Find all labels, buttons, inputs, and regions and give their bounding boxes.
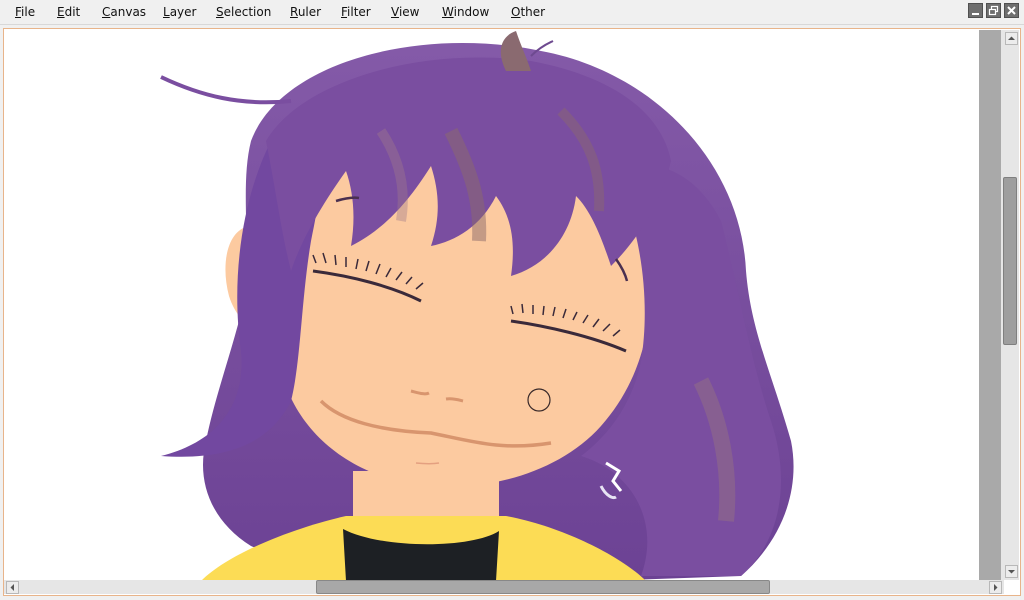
scroll-right-button[interactable] [989, 581, 1002, 594]
close-button[interactable] [1004, 3, 1019, 18]
menu-view[interactable]: View [391, 4, 419, 20]
arrow-left-icon [10, 584, 14, 591]
canvas-area[interactable] [3, 28, 1021, 596]
minimize-icon [972, 13, 979, 15]
scroll-left-button[interactable] [6, 581, 19, 594]
arrow-up-icon [1008, 36, 1015, 40]
vertical-scroll-thumb[interactable] [1003, 177, 1017, 345]
horizontal-scroll-thumb[interactable] [316, 580, 770, 594]
menu-ruler[interactable]: Ruler [290, 4, 321, 20]
menu-bar: File Edit Canvas Layer Selection Ruler F… [0, 0, 1024, 25]
restore-icon [988, 5, 999, 16]
menu-layer[interactable]: Layer [163, 4, 196, 20]
scroll-down-button[interactable] [1005, 565, 1018, 578]
canvas-artwork [160, 31, 794, 582]
menu-filter[interactable]: Filter [341, 4, 371, 20]
scroll-up-button[interactable] [1005, 32, 1018, 45]
menu-edit[interactable]: Edit [57, 4, 80, 20]
menu-canvas[interactable]: Canvas [102, 4, 146, 20]
menu-window[interactable]: Window [442, 4, 489, 20]
minimize-button[interactable] [968, 3, 983, 18]
menu-selection[interactable]: Selection [216, 4, 271, 20]
arrow-down-icon [1008, 570, 1015, 574]
menu-file[interactable]: File [15, 4, 35, 20]
close-icon [1007, 6, 1016, 15]
arrow-right-icon [994, 584, 998, 591]
restore-button[interactable] [986, 3, 1001, 18]
menu-other[interactable]: Other [511, 4, 545, 20]
